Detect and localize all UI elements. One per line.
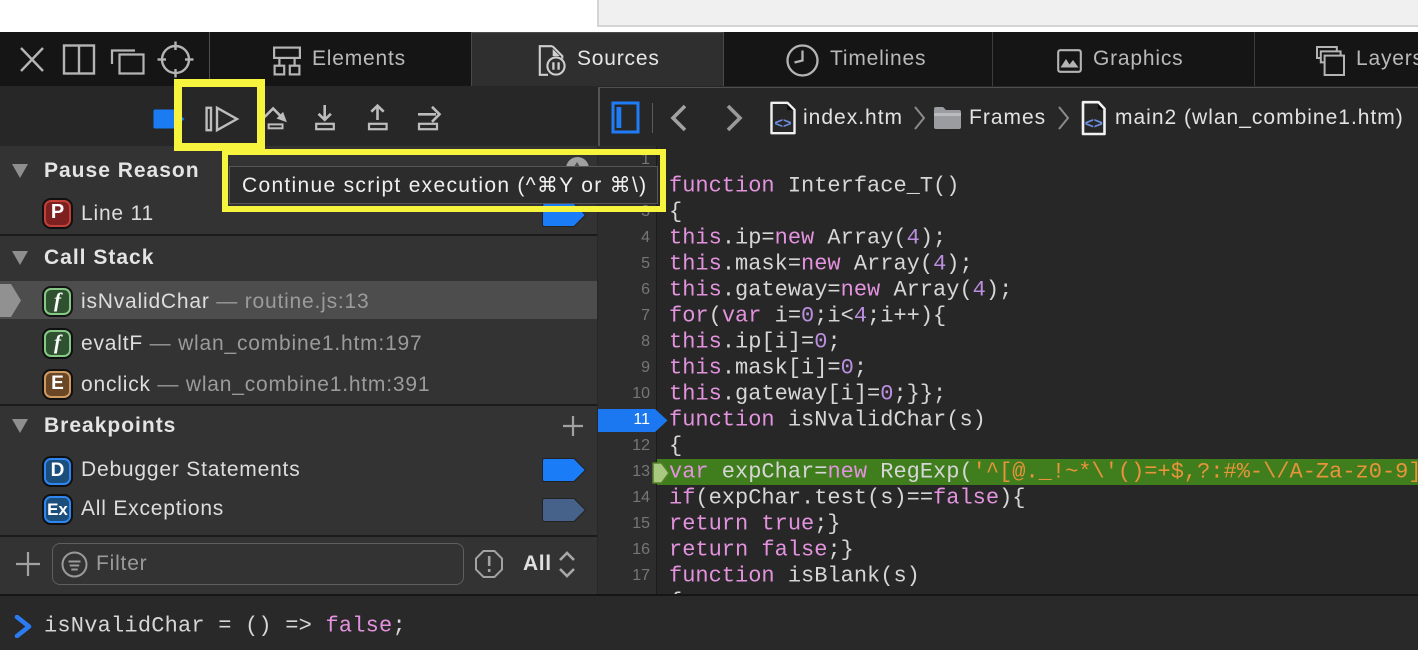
svg-text:<>: <> <box>775 116 792 132</box>
svg-text:<>: <> <box>1085 116 1103 133</box>
